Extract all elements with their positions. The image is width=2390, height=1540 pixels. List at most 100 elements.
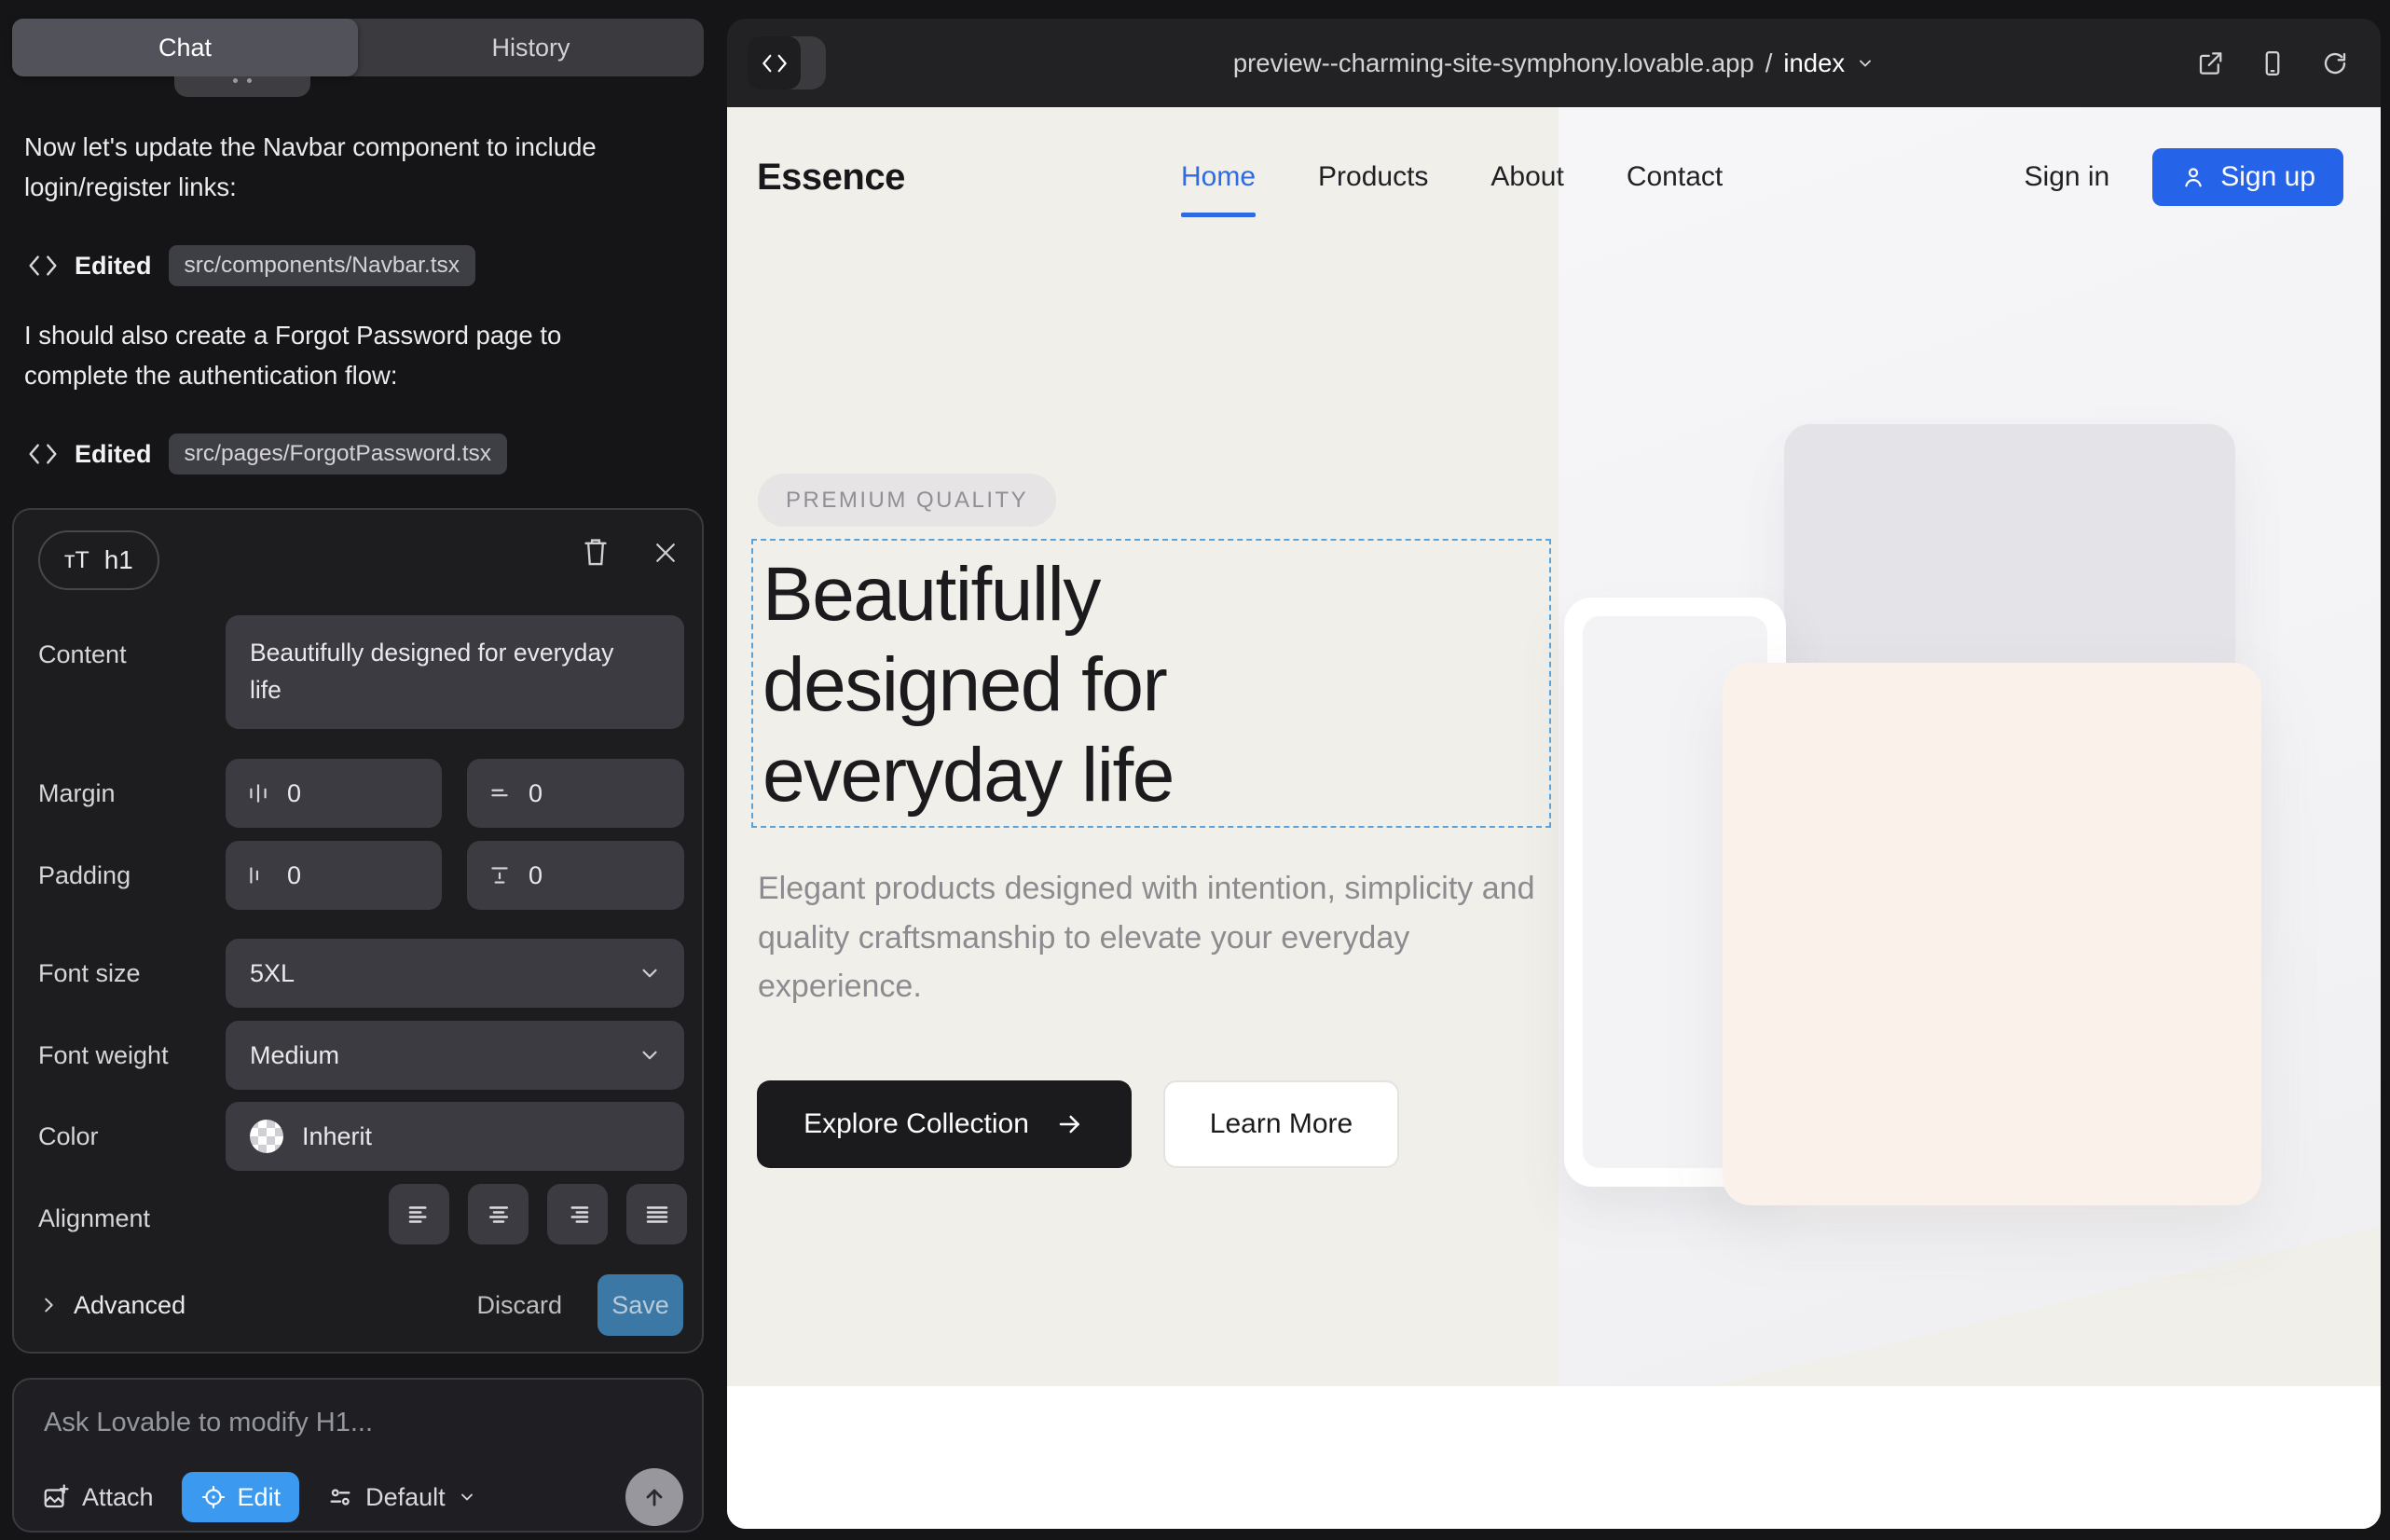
discard-button[interactable]: Discard <box>476 1291 562 1320</box>
margin-y-input[interactable]: 0 <box>467 759 684 828</box>
url-separator: / <box>1765 48 1773 78</box>
mobile-view-button[interactable] <box>2259 49 2287 77</box>
edited-label: Edited <box>75 440 152 469</box>
attach-button[interactable]: Attach <box>42 1483 154 1512</box>
arrow-right-icon <box>1055 1109 1085 1139</box>
sliders-icon <box>327 1484 353 1510</box>
nav-link-products[interactable]: Products <box>1318 107 1428 247</box>
chevron-down-icon <box>1856 54 1875 73</box>
send-button[interactable] <box>625 1468 683 1526</box>
delete-element-button[interactable] <box>581 536 611 568</box>
open-external-button[interactable] <box>2196 49 2224 77</box>
color-swatch <box>250 1120 283 1153</box>
selected-tag-pill: тT h1 <box>38 530 159 590</box>
sign-in-link[interactable]: Sign in <box>2025 161 2110 193</box>
user-icon <box>2180 164 2206 190</box>
premium-quality-badge: PREMIUM QUALITY <box>758 474 1056 527</box>
close-icon[interactable] <box>652 539 680 567</box>
attach-image-icon <box>42 1483 70 1511</box>
margin-horizontal-icon <box>246 781 270 805</box>
padding-y-input[interactable]: 0 <box>467 841 684 910</box>
refresh-icon <box>2321 49 2349 77</box>
edit-mode-button[interactable]: Edit <box>182 1472 300 1522</box>
chevron-down-icon <box>638 961 662 985</box>
smartphone-icon <box>2259 49 2287 77</box>
site-canvas: Essence Home Products About Contact Sign… <box>727 107 2381 1529</box>
align-right-button[interactable] <box>547 1184 608 1244</box>
align-justify-button[interactable] <box>626 1184 687 1244</box>
hero-card-cream <box>1723 663 2261 1205</box>
url-bar[interactable]: preview--charming-site-symphony.lovable.… <box>727 19 2381 107</box>
hero-cta-row: Explore Collection Learn More <box>757 1080 1399 1168</box>
next-section <box>727 1386 2381 1529</box>
edited-file-row: Edited src/pages/ForgotPassword.tsx <box>28 431 507 477</box>
sign-up-button[interactable]: Sign up <box>2152 148 2343 206</box>
padding-label: Padding <box>38 861 130 890</box>
lovable-app: Chat History Now let's update the Navbar… <box>0 0 2390 1540</box>
site-logo[interactable]: Essence <box>757 107 905 247</box>
element-editor-panel: тT h1 Content Beautifully designed for e… <box>12 508 704 1354</box>
color-select[interactable]: Inherit <box>226 1102 684 1171</box>
assistant-message: I should also create a Forgot Password p… <box>24 315 621 395</box>
padding-x-input[interactable]: 0 <box>226 841 442 910</box>
hero-paragraph: Elegant products designed with intention… <box>758 864 1559 1011</box>
align-center-icon <box>485 1201 513 1229</box>
editor-footer: Advanced Discard Save <box>38 1272 683 1338</box>
tab-chat[interactable]: Chat <box>12 19 358 76</box>
advanced-toggle[interactable]: Advanced <box>38 1291 185 1320</box>
arrow-up-icon <box>641 1484 667 1510</box>
learn-more-button[interactable]: Learn More <box>1163 1080 1399 1168</box>
composer-toolbar: Attach Edit Default <box>42 1471 683 1523</box>
hero-headline[interactable]: Beautifully designed for everyday life <box>762 549 1174 820</box>
alignment-label: Alignment <box>38 1204 150 1233</box>
font-weight-select[interactable]: Medium <box>226 1021 684 1090</box>
padding-horizontal-icon <box>246 863 270 887</box>
url-page: index <box>1783 48 1845 78</box>
explore-collection-button[interactable]: Explore Collection <box>757 1080 1132 1168</box>
font-size-label: Font size <box>38 959 141 988</box>
prompt-composer: Ask Lovable to modify H1... Attach Edit … <box>12 1378 704 1533</box>
align-right-icon <box>564 1201 592 1229</box>
edited-file-row: Edited src/components/Navbar.tsx <box>28 242 475 289</box>
chat-history-tabs: Chat History <box>12 19 704 76</box>
tab-history[interactable]: History <box>358 19 704 76</box>
edited-file-chip[interactable]: src/components/Navbar.tsx <box>169 245 475 286</box>
tag-name: h1 <box>104 545 133 575</box>
site-nav-links: Home Products About Contact <box>1181 107 1723 247</box>
code-icon <box>28 442 58 466</box>
save-button[interactable]: Save <box>598 1274 683 1336</box>
chevron-down-icon <box>638 1043 662 1067</box>
align-center-button[interactable] <box>468 1184 529 1244</box>
chevron-right-icon <box>38 1295 59 1315</box>
external-link-icon <box>2196 49 2224 77</box>
scrolled-chip-partial <box>174 76 310 97</box>
assistant-message: Now let's update the Navbar component to… <box>24 127 621 207</box>
site-navbar: Essence Home Products About Contact Sign… <box>727 107 2381 247</box>
align-justify-icon <box>643 1201 671 1229</box>
preview-toolbar: preview--charming-site-symphony.lovable.… <box>727 19 2381 107</box>
type-icon: тT <box>64 547 89 574</box>
edited-label: Edited <box>75 252 152 281</box>
chevron-down-icon <box>458 1488 476 1506</box>
nav-link-contact[interactable]: Contact <box>1627 107 1723 247</box>
target-icon <box>200 1484 227 1510</box>
content-label: Content <box>38 640 127 669</box>
color-label: Color <box>38 1122 99 1151</box>
refresh-button[interactable] <box>2321 49 2349 77</box>
margin-vertical-icon <box>488 781 512 805</box>
padding-vertical-icon <box>488 863 512 887</box>
content-textarea[interactable]: Beautifully designed for everyday life <box>226 615 684 729</box>
font-weight-label: Font weight <box>38 1041 169 1070</box>
nav-link-about[interactable]: About <box>1490 107 1563 247</box>
nav-link-home[interactable]: Home <box>1181 107 1256 247</box>
mode-select[interactable]: Default <box>327 1483 476 1512</box>
margin-label: Margin <box>38 779 116 808</box>
chat-panel: Chat History Now let's update the Navbar… <box>0 0 718 1540</box>
edited-file-chip[interactable]: src/pages/ForgotPassword.tsx <box>169 433 508 474</box>
align-left-button[interactable] <box>389 1184 449 1244</box>
margin-x-input[interactable]: 0 <box>226 759 442 828</box>
code-icon <box>28 254 58 278</box>
url-host: preview--charming-site-symphony.lovable.… <box>1233 48 1754 78</box>
font-size-select[interactable]: 5XL <box>226 939 684 1008</box>
prompt-input[interactable]: Ask Lovable to modify H1... <box>44 1408 373 1438</box>
